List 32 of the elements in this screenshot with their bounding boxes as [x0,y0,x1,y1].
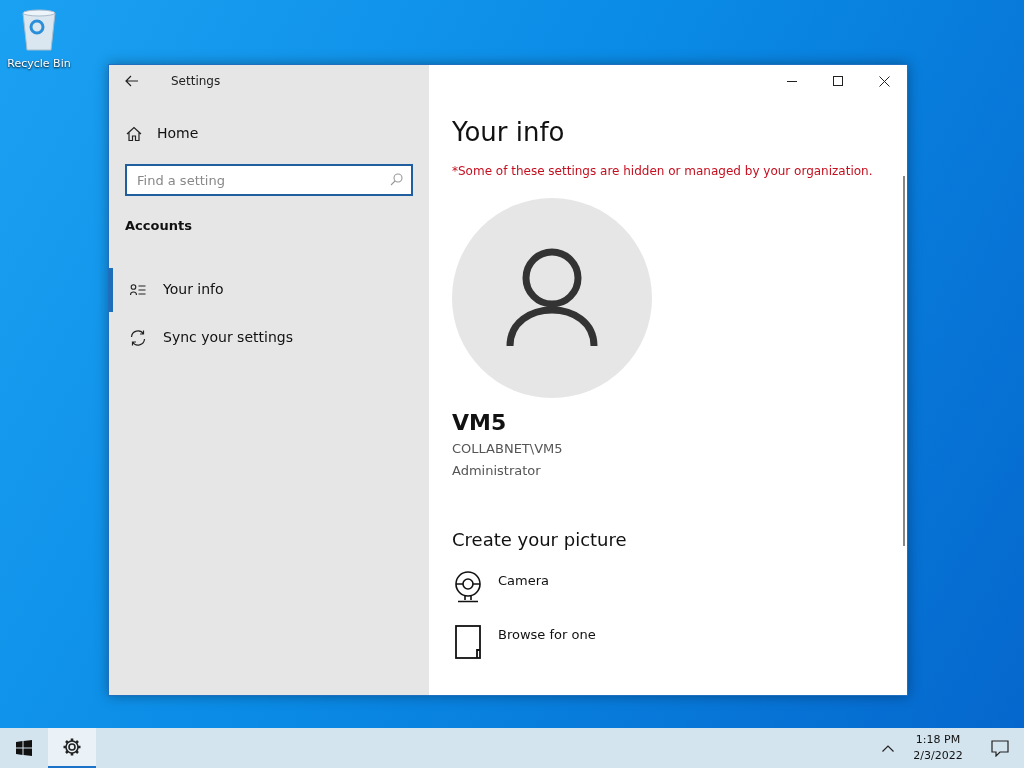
windows-logo-icon [16,740,32,756]
maximize-icon [833,76,843,86]
home-link[interactable]: Home [109,123,429,144]
clock[interactable]: 1:18 PM 2/3/2022 [900,728,976,768]
search-field[interactable]: Find a setting [125,164,413,196]
message-icon [991,739,1009,757]
account-domain: COLLABNET\VM5 [452,440,564,458]
settings-icon [62,737,82,757]
window-title: Settings [171,73,221,90]
back-arrow-icon [125,75,139,87]
webcam-icon [453,571,483,603]
account-role: Administrator [452,461,542,480]
policy-notice: *Some of these settings are hidden or managed by your organization. [452,163,874,180]
sync-icon [129,328,147,347]
section-heading: Create your picture [452,528,628,552]
person-icon [506,248,598,348]
scrollbar[interactable] [903,176,905,546]
picture-option[interactable]: Browse for one [452,625,907,659]
nav-item[interactable]: Sync your settings [109,315,429,360]
search-icon [390,173,403,186]
minimize-icon [787,80,797,82]
section-heading: Accounts [125,217,193,235]
chevron-up-icon [882,744,894,752]
close-icon [878,75,890,87]
page-heading: Your info [452,119,566,145]
person-list-icon [130,283,146,296]
recycle-bin-icon[interactable] [20,8,58,52]
taskbar-app[interactable] [48,728,96,768]
picture-option[interactable]: Camera [452,571,907,603]
home-icon [126,125,142,142]
account-name: VM5 [452,409,508,437]
document-icon [455,625,481,659]
